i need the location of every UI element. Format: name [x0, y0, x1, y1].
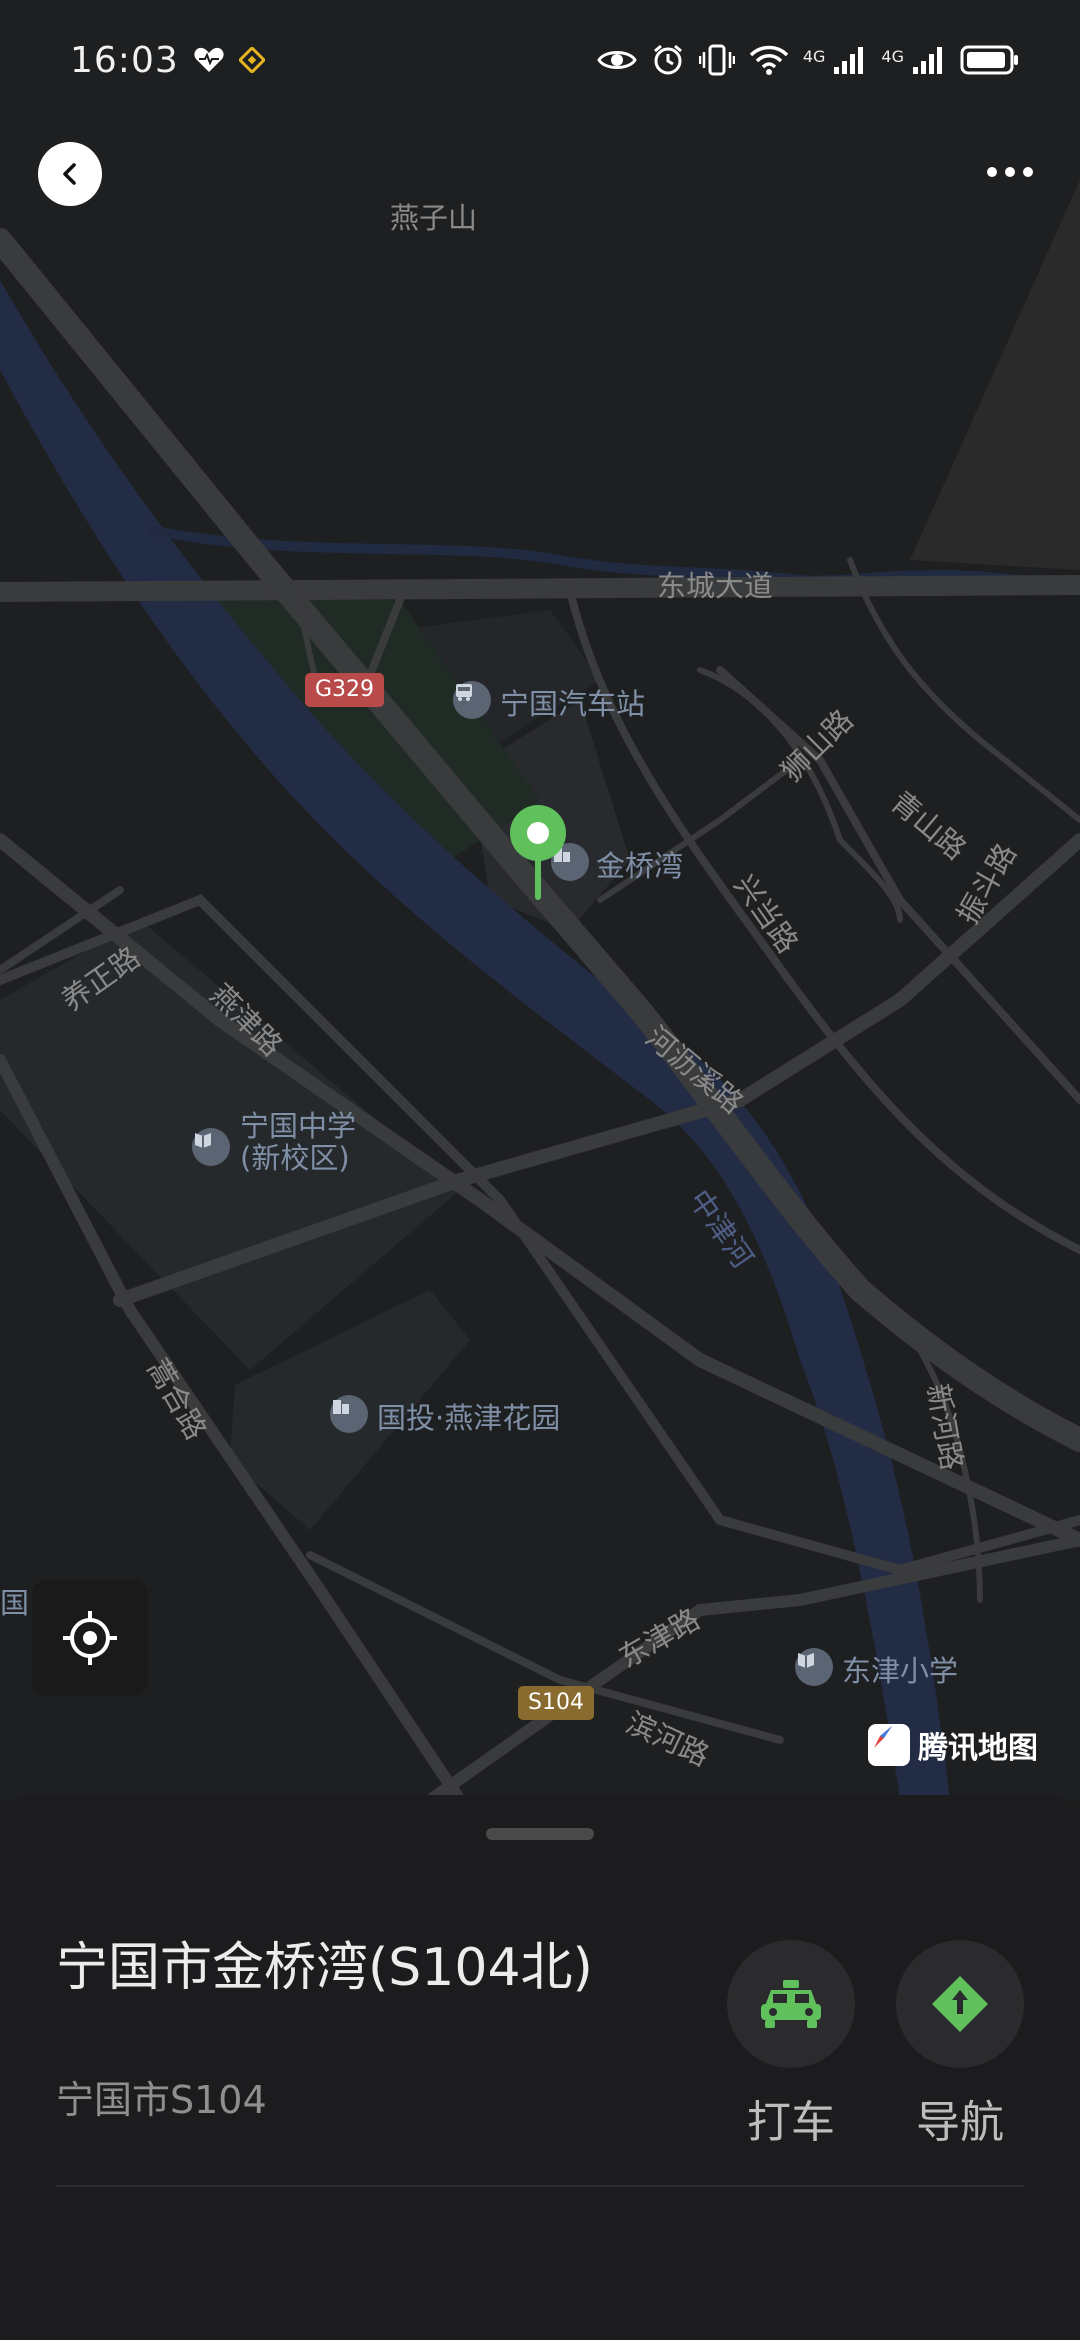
signal-icon — [833, 45, 867, 75]
place-address: 宁国市S104 — [56, 2078, 267, 2122]
navigation-icon — [932, 1976, 988, 2032]
more-dot-icon — [1023, 167, 1033, 177]
sheet-drag-handle[interactable] — [486, 1828, 594, 1840]
eye-icon — [597, 47, 637, 73]
navigate-button-circle[interactable] — [896, 1940, 1024, 2068]
diamond-app-icon — [238, 47, 265, 73]
divider — [56, 2185, 1024, 2187]
compass-logo-icon — [868, 1724, 910, 1766]
map-label-dongcheng-avenue: 东城大道 — [657, 569, 774, 603]
more-options-button[interactable] — [975, 150, 1045, 194]
alarm-icon — [651, 43, 685, 77]
map-label-dongjin-school[interactable]: 东津小学 — [842, 1648, 958, 1690]
taxi-label[interactable]: 打车 — [727, 2086, 855, 2150]
taxi-button-circle[interactable] — [727, 1940, 855, 2068]
network-type-label: 4G — [802, 47, 826, 66]
taxi-button[interactable]: 打车 — [727, 1940, 855, 2150]
my-location-button[interactable] — [32, 1580, 148, 1696]
bus-station-icon — [453, 681, 491, 719]
road-shield-g329: G329 — [305, 673, 385, 707]
map-label-school-campus: (新校区) — [240, 1141, 350, 1175]
map-label-bus-station[interactable]: 宁国汽车站 — [500, 681, 645, 723]
map-view[interactable]: 燕子山 东城大道 G329 宁国汽车站 金桥湾 狮山路 兴当路 青山路 振斗路 … — [0, 0, 1080, 1800]
place-detail-sheet: 宁国市金桥湾(S104北) 宁国市S104 打车 导航 — [0, 1795, 1080, 2340]
battery-icon — [960, 45, 1020, 75]
more-dot-icon — [987, 167, 997, 177]
status-bar: 16:03 4G 4G — [0, 0, 1080, 120]
chevron-left-icon — [63, 163, 76, 185]
signal-icon — [912, 45, 946, 75]
tencent-map-logo: 腾讯地图 — [868, 1722, 1038, 1768]
status-time: 16:03 — [70, 39, 179, 81]
navigate-button[interactable]: 导航 — [896, 1940, 1024, 2150]
wifi-icon — [749, 44, 789, 76]
taxi-icon — [761, 1980, 821, 2028]
residential-icon — [330, 1395, 368, 1433]
map-label-guotou-garden[interactable]: 国投·燕津花园 — [377, 1395, 560, 1437]
school-icon — [192, 1128, 230, 1166]
road-shield-s104: S104 — [518, 1686, 594, 1720]
logo-text: 腾讯地图 — [918, 1731, 1038, 1766]
map-label-yanzishan: 燕子山 — [390, 201, 478, 235]
vibrate-icon — [698, 43, 735, 77]
map-label-edge: 国 — [0, 1586, 30, 1620]
crosshair-icon — [63, 1611, 117, 1665]
location-pin-icon — [508, 803, 568, 903]
heart-pulse-icon — [193, 46, 225, 74]
network-type-label: 4G — [881, 47, 904, 66]
map-label-jinqiaowan[interactable]: 金桥湾 — [596, 843, 683, 885]
school-icon — [795, 1648, 833, 1686]
more-dot-icon — [1005, 167, 1015, 177]
navigate-label[interactable]: 导航 — [896, 2086, 1024, 2150]
back-button[interactable] — [38, 142, 102, 206]
map-label-school-name[interactable]: 宁国中学 — [240, 1110, 356, 1142]
place-title: 宁国市金桥湾(S104北) — [56, 1938, 593, 1998]
